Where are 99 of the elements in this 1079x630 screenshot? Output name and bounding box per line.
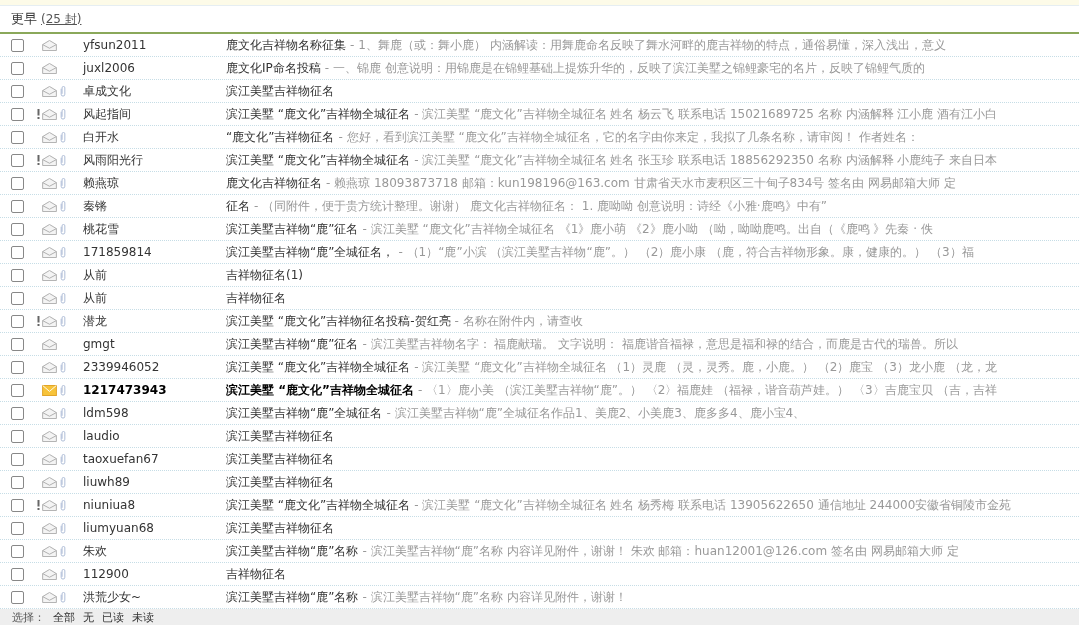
select-link[interactable]: 无 [83, 609, 94, 625]
checkbox[interactable] [10, 291, 24, 305]
subject-text[interactable]: 滨江美墅 “鹿文化”吉祥物全城征名 [226, 358, 411, 376]
sender-name[interactable]: yfsun2011 [83, 38, 226, 52]
sender-name[interactable]: 潜龙 [83, 312, 226, 330]
subject-text[interactable]: 滨江美墅吉祥物“鹿”名称 [226, 542, 359, 560]
preview-text: - 赖燕琼 18093873718 邮箱：kun198196@163.com 甘肃省天水市麦积区三十甸子834号 签名由 网易邮箱大师 定 [326, 174, 956, 192]
sender-name[interactable]: 桃花雪 [83, 220, 226, 238]
subject-text[interactable]: 滨江美墅吉祥物征名 [226, 473, 334, 491]
preview-text: - （同附件，便于贵方统计整理。谢谢） 鹿文化吉祥物征名： 1. 鹿呦呦 创意说明：诗经《小雅·鹿鸣》中有” [254, 197, 827, 215]
sender-name[interactable]: 朱欢 [83, 542, 226, 560]
preview-text: - 滨江美墅 “鹿文化”吉祥物全城征名 姓名 杨秀梅 联系电话 13905622650 通信地址 244000安徽省铜陵市金苑 [414, 496, 1012, 514]
subject-text[interactable]: “鹿文化”吉祥物征名 [226, 128, 335, 146]
sender-name[interactable]: 风雨阳光行 [83, 151, 226, 169]
checkbox[interactable] [10, 314, 24, 328]
message-count-link[interactable]: (25 封) [41, 10, 82, 28]
preview-text: - 〈1〉鹿小美 （滨江美墅吉祥物“鹿”。） 〈2〉福鹿娃 （福禄，谐音葫芦娃。） 〈3〉吉鹿宝贝 （吉，吉祥 [417, 381, 997, 399]
checkbox[interactable] [10, 567, 24, 581]
checkbox[interactable] [10, 498, 24, 512]
sender-name[interactable]: 洪荒少女~ [83, 588, 226, 606]
checkbox[interactable] [10, 590, 24, 604]
checkbox[interactable] [10, 38, 24, 52]
preview-text: - 滨江美墅吉祥物“鹿”全城征名作品1、美鹿2、小美鹿3、鹿多多4、鹿小宝4、 [386, 404, 806, 422]
subject-text[interactable]: 鹿文化吉祥物征名 [226, 174, 322, 192]
subject-text[interactable]: 滨江美墅 “鹿文化”吉祥物全城征名 [226, 496, 411, 514]
preview-text: - 滨江美墅吉祥物名字： 福鹿献瑞。 文字说明： 福鹿谐音福禄，意思是福和禄的结合，而鹿是古代的瑞兽。所以 [362, 335, 959, 353]
sender-name[interactable]: 风起指间 [83, 105, 226, 123]
subject-text[interactable]: 滨江美墅吉祥物“鹿”名称 [226, 588, 359, 606]
sender-name[interactable]: 2339946052 [83, 360, 226, 374]
checkbox[interactable] [10, 337, 24, 351]
checkbox[interactable] [10, 199, 24, 213]
subject-text[interactable]: 滨江美墅吉祥物“鹿”全城征名 [226, 404, 383, 422]
sender-name[interactable]: 从前 [83, 289, 226, 307]
checkbox[interactable] [10, 107, 24, 121]
checkbox[interactable] [10, 475, 24, 489]
preview-text: - 1、舞鹿（或：舞小鹿） 内涵解读：用舞鹿命名反映了舞水河畔的鹿吉祥物的特点，通俗易懂，深入浅出，意义 [350, 36, 946, 54]
sender-name[interactable]: gmgt [83, 337, 226, 351]
subject-text[interactable]: 滨江美墅吉祥物“鹿”征名 [226, 220, 359, 238]
group-title: 更早 [11, 10, 37, 28]
sender-name[interactable]: liumyuan68 [83, 521, 226, 535]
preview-text: - 滨江美墅吉祥物“鹿”名称 内容详见附件，谢谢！ [362, 588, 627, 606]
subject-text[interactable]: 吉祥物征名 [226, 289, 286, 307]
sender-name[interactable]: ldm598 [83, 406, 226, 420]
sender-name[interactable]: taoxuefan67 [83, 452, 226, 466]
preview-text: - 滨江美墅 “鹿文化”吉祥物全城征名 《1》鹿小萌 《2》鹿小呦 （呦，呦呦鹿鸣。出自（《鹿鸣 》先秦 · 佚 [362, 220, 933, 238]
checkbox[interactable] [10, 268, 24, 282]
subject-text[interactable]: 鹿文化IP命名投稿 [226, 59, 321, 77]
sender-name[interactable]: juxl2006 [83, 61, 226, 75]
checkbox[interactable] [10, 130, 24, 144]
subject-text[interactable]: 滨江美墅 “鹿文化”吉祥物征名投稿-贺红亮 [226, 312, 451, 330]
checkbox[interactable] [10, 544, 24, 558]
checkbox[interactable] [10, 406, 24, 420]
subject-text[interactable]: 滨江美墅吉祥物征名 [226, 427, 334, 445]
subject-text[interactable]: 滨江美墅吉祥物征名 [226, 519, 334, 537]
sender-name[interactable]: 赖燕琼 [83, 174, 226, 192]
sender-name[interactable]: 卓成文化 [83, 82, 226, 100]
checkbox[interactable] [10, 383, 24, 397]
sender-name[interactable]: 112900 [83, 567, 226, 581]
subject-text[interactable]: 吉祥物征名(1) [226, 266, 303, 284]
checkbox[interactable] [10, 521, 24, 535]
checkbox[interactable] [10, 61, 24, 75]
subject-text[interactable]: 滨江美墅 “鹿文化”吉祥物全城征名 [226, 381, 414, 399]
preview-text: - 一、锦鹿 创意说明：用锦鹿是在锦鲤基础上提炼升华的，反映了滨江美墅之锦鲤豪宅的名片，反映了锦鲤气质的 [324, 59, 925, 77]
subject-text[interactable]: 吉祥物征名 [226, 565, 286, 583]
checkbox[interactable] [10, 452, 24, 466]
sender-name[interactable]: 1217473943 [83, 383, 226, 397]
preview-text: - 您好，看到滨江美墅 “鹿文化”吉祥物全城征名，它的名字由你来定，我拟了几条名称，请审阅！ 作者姓名： [338, 128, 919, 146]
checkbox[interactable] [10, 84, 24, 98]
sender-name[interactable]: laudio [83, 429, 226, 443]
select-label: 选择： [12, 609, 45, 625]
checkbox[interactable] [10, 153, 24, 167]
preview-text: - 滨江美墅 “鹿文化”吉祥物全城征名 姓名 杨云飞 联系电话 15021689725 名称 内涵解释 江小鹿 酒有江小白 [414, 105, 998, 123]
preview-text: - 滨江美墅 “鹿文化”吉祥物全城征名 姓名 张玉珍 联系电话 18856292350 名称 内涵解释 小鹿纯子 来自日本 [414, 151, 998, 169]
checkbox[interactable] [10, 222, 24, 236]
subject-text[interactable]: 滨江美墅 “鹿文化”吉祥物全城征名 [226, 105, 411, 123]
sender-name[interactable]: liuwh89 [83, 475, 226, 489]
sender-name[interactable]: 白开水 [83, 128, 226, 146]
sender-name[interactable]: 从前 [83, 266, 226, 284]
sender-name[interactable]: niuniua8 [83, 498, 226, 512]
sender-name[interactable]: 秦锵 [83, 197, 226, 215]
preview-text: - （1）“鹿”小滨 （滨江美墅吉祥物“鹿”。） （2）鹿小康 （鹿，符合吉祥物形象。康，健康的。） （3）福 [398, 243, 974, 261]
subject-text[interactable]: 滨江美墅吉祥物“鹿”全城征名， [226, 243, 395, 261]
preview-text: - 名称在附件内，请查收 [454, 312, 583, 330]
sender-name[interactable]: 171859814 [83, 245, 226, 259]
subject-text[interactable]: 征名 [226, 197, 250, 215]
subject-text[interactable]: 滨江美墅吉祥物“鹿”征名 [226, 335, 359, 353]
select-link[interactable]: 全部 [53, 609, 75, 625]
preview-text: - 滨江美墅吉祥物“鹿”名称 内容详见附件，谢谢！ 朱欢 邮箱：huan12001@126.com 签名由 网易邮箱大师 定 [362, 542, 959, 560]
subject-text[interactable]: 滨江美墅吉祥物征名 [226, 450, 334, 468]
select-link[interactable]: 未读 [132, 609, 154, 625]
checkbox[interactable] [10, 176, 24, 190]
subject-text[interactable]: 滨江美墅 “鹿文化”吉祥物全城征名 [226, 151, 411, 169]
preview-text: - 滨江美墅 “鹿文化”吉祥物全城征名 （1）灵鹿 （灵，灵秀。鹿，小鹿。） （2）鹿宝 （3）龙小鹿 （龙，龙 [414, 358, 997, 376]
subject-text[interactable]: 滨江美墅吉祥物征名 [226, 82, 334, 100]
checkbox[interactable] [10, 245, 24, 259]
checkbox[interactable] [10, 429, 24, 443]
subject-text[interactable]: 鹿文化吉祥物名称征集 [226, 36, 346, 54]
checkbox[interactable] [10, 360, 24, 374]
select-link[interactable]: 已读 [102, 609, 124, 625]
